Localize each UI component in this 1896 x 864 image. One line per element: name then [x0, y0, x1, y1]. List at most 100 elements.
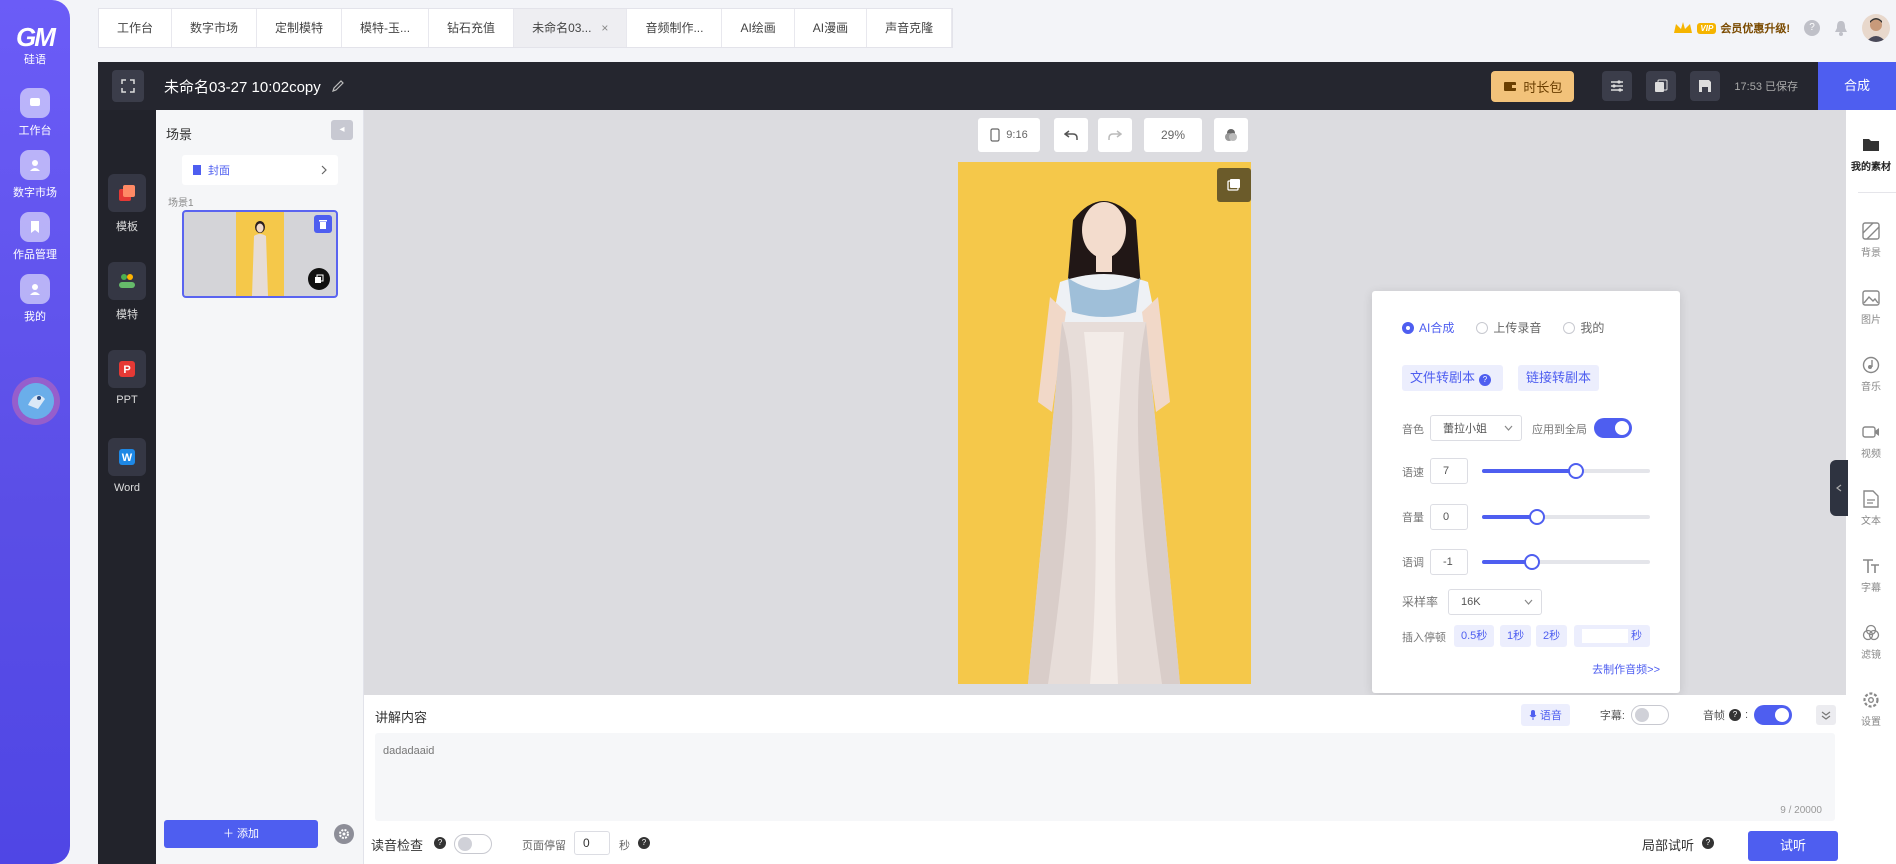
redo-button[interactable]	[1098, 118, 1132, 152]
pitch-input[interactable]: -1	[1430, 549, 1468, 575]
side-item-model[interactable]: 模特	[98, 262, 156, 322]
save-copy-button[interactable]	[1646, 71, 1677, 101]
rr-item-music[interactable]: 音乐	[1846, 354, 1896, 393]
collapse-narration-button[interactable]	[1816, 705, 1836, 725]
duration-pack-button[interactable]: 时长包	[1491, 70, 1575, 102]
pause-input-field[interactable]	[1582, 629, 1628, 643]
layer-button[interactable]	[1214, 118, 1248, 152]
speed-input[interactable]: 7	[1430, 458, 1468, 484]
mode-ai-synthesis[interactable]: AI合成	[1402, 319, 1454, 336]
sample-rate-select[interactable]: 16K	[1448, 589, 1542, 615]
zoom-level[interactable]: 29%	[1144, 118, 1202, 152]
tab-audio-production[interactable]: 音频制作...	[627, 9, 723, 47]
stage-layer-button[interactable]	[1217, 168, 1251, 202]
delete-scene-button[interactable]	[314, 215, 332, 233]
add-scene-button[interactable]: ＋ 添加	[164, 820, 318, 848]
undo-button[interactable]	[1054, 118, 1088, 152]
rail-divider	[1858, 192, 1896, 193]
timbre-select[interactable]: 蕾拉小姐	[1430, 415, 1522, 441]
help-icon[interactable]: ?	[1804, 20, 1820, 36]
apply-all-toggle[interactable]	[1594, 418, 1632, 438]
slider-knob[interactable]	[1524, 554, 1541, 570]
help-icon[interactable]: ?	[1728, 709, 1741, 721]
rail-item-workbench[interactable]: 工作台	[0, 88, 70, 138]
help-icon[interactable]: ?	[1479, 374, 1492, 386]
preview-stage[interactable]	[958, 162, 1251, 684]
keyframe-toggle[interactable]	[1754, 705, 1792, 725]
pause-2s-button[interactable]: 2秒	[1536, 625, 1568, 647]
rr-item-subtitle[interactable]: 字幕	[1846, 555, 1896, 594]
tab-workbench[interactable]: 工作台	[99, 9, 173, 47]
mode-mine[interactable]: 我的	[1563, 319, 1604, 336]
rr-item-video[interactable]: 视频	[1846, 421, 1896, 460]
rr-item-label: 我的素材	[1851, 162, 1891, 173]
collapse-right-panel-button[interactable]	[1830, 460, 1848, 516]
side-item-word[interactable]: W Word	[98, 438, 156, 494]
rail-item-works[interactable]: 作品管理	[0, 212, 70, 262]
slider-knob[interactable]	[1529, 509, 1546, 525]
rr-item-settings[interactable]: 设置	[1846, 689, 1896, 728]
pronunciation-check-toggle[interactable]	[454, 834, 492, 854]
rail-item-digital-market[interactable]: 数字市场	[0, 150, 70, 200]
speed-slider[interactable]	[1482, 463, 1650, 479]
custom-pause-input[interactable]: 秒	[1574, 625, 1650, 647]
app-logo[interactable]: GM 硅语	[0, 22, 70, 67]
vip-upgrade-banner[interactable]: VIP 会员优惠升级!	[1673, 20, 1790, 36]
copy-scene-button[interactable]	[308, 268, 330, 290]
rr-item-text[interactable]: 文本	[1846, 488, 1896, 527]
listen-button[interactable]: 试听	[1748, 831, 1838, 861]
user-avatar[interactable]	[1862, 14, 1890, 42]
fullscreen-button[interactable]	[112, 70, 144, 102]
pronunciation-check-label: 读音检查	[371, 838, 424, 853]
rr-item-filter[interactable]: 滤镜	[1846, 622, 1896, 661]
tab-diamond-recharge[interactable]: 钻石充值	[429, 9, 515, 47]
pause-1s-button[interactable]: 1秒	[1500, 625, 1532, 647]
bell-icon[interactable]	[1834, 20, 1848, 36]
tab-model-detail[interactable]: 模特-玉...	[342, 9, 430, 47]
tab-ai-painting[interactable]: AI绘画	[722, 9, 795, 47]
tab-custom-model[interactable]: 定制模特	[257, 9, 343, 47]
volume-input[interactable]: 0	[1430, 504, 1468, 530]
close-tab-icon[interactable]: ×	[601, 21, 608, 35]
file-to-script-button[interactable]: 文件转剧本?	[1402, 365, 1504, 391]
voice-mode-chip[interactable]: 语音	[1520, 704, 1570, 726]
aspect-ratio-button[interactable]: 9:16	[978, 118, 1040, 152]
save-button[interactable]	[1690, 71, 1721, 101]
mode-upload-recording[interactable]: 上传录音	[1476, 319, 1541, 336]
cover-item[interactable]: 封面	[182, 155, 338, 185]
help-icon[interactable]: ?	[638, 837, 650, 849]
assistant-avatar[interactable]	[18, 383, 54, 419]
help-icon[interactable]: ?	[434, 837, 446, 849]
rail-item-mine[interactable]: 我的	[0, 274, 70, 324]
make-audio-link[interactable]: 去制作音频>>	[1592, 661, 1660, 677]
scene-thumbnail[interactable]	[182, 210, 338, 298]
volume-slider[interactable]	[1482, 509, 1650, 525]
scene-settings-button[interactable]	[334, 824, 354, 844]
side-item-ppt[interactable]: P PPT	[98, 350, 156, 406]
rr-item-background[interactable]: 背景	[1846, 220, 1896, 259]
undo-icon	[1064, 130, 1078, 140]
edit-title-icon[interactable]	[331, 79, 345, 93]
side-item-template[interactable]: 模板	[98, 174, 156, 234]
subtitle-toggle[interactable]	[1630, 705, 1669, 725]
tab-untitled-project[interactable]: 未命名03... ×	[514, 9, 628, 47]
compose-button[interactable]: 合成	[1818, 62, 1896, 110]
rr-item-my-assets[interactable]: 我的素材	[1846, 134, 1896, 173]
pause-0-5s-button[interactable]: 0.5秒	[1454, 625, 1495, 647]
collapse-scenes-button[interactable]: ◂	[331, 120, 353, 140]
help-icon[interactable]: ?	[1702, 837, 1714, 849]
profile-icon	[20, 274, 50, 304]
pitch-slider[interactable]	[1482, 554, 1650, 570]
tab-voice-clone[interactable]: 声音克隆	[867, 9, 953, 47]
tab-ai-comic[interactable]: AI漫画	[795, 9, 868, 47]
slider-knob[interactable]	[1568, 463, 1585, 479]
narration-textarea[interactable]: dadadaaid	[375, 733, 1835, 821]
tab-digital-market[interactable]: 数字市场	[172, 9, 258, 47]
voice-settings-panel: AI合成 上传录音 我的 文件转剧本? 链接转剧本 音色 蕾拉小姐 应用到全局 …	[1372, 291, 1680, 693]
page-stay-input[interactable]: 0	[574, 831, 610, 855]
rr-item-image[interactable]: 图片	[1846, 287, 1896, 326]
cover-label: 封面	[208, 165, 230, 177]
settings-sliders-button[interactable]	[1602, 71, 1633, 101]
keyframe-toggle-wrap	[1754, 705, 1792, 725]
link-to-script-button[interactable]: 链接转剧本	[1518, 365, 1600, 391]
